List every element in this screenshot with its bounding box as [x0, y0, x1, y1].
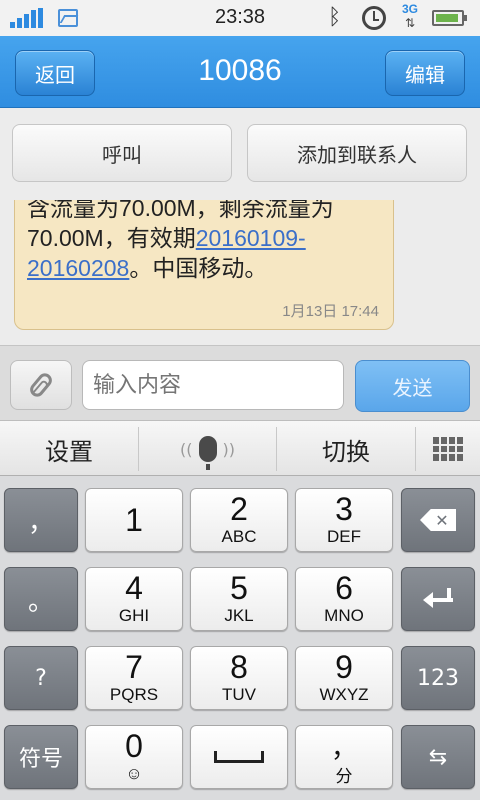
number-mode-key[interactable]: 123: [401, 646, 475, 710]
conversation-header: 返回 10086 编辑: [0, 36, 480, 108]
message-text: 含流量为70.00M，剩余流量为70.00M，有效期20160109-20160…: [27, 200, 334, 281]
microphone-icon: [198, 436, 217, 470]
key-8[interactable]: 8 TUV: [190, 646, 288, 710]
attach-button[interactable]: [10, 360, 72, 410]
key-comma-cn[interactable]: ，: [4, 488, 78, 552]
language-key[interactable]: ⇆: [401, 725, 475, 789]
battery-icon: [432, 10, 467, 26]
space-key[interactable]: [190, 725, 288, 789]
backspace-icon: ✕: [420, 509, 456, 531]
key-2[interactable]: 2 ABC: [190, 488, 288, 552]
add-contact-button[interactable]: 添加到联系人: [247, 124, 467, 182]
enter-icon: [423, 588, 453, 610]
call-button[interactable]: 呼叫: [12, 124, 232, 182]
bluetooth-icon: ᛒ: [328, 5, 342, 30]
message-timestamp: 1月13日 17:44: [282, 303, 379, 320]
voice-input-button[interactable]: (()): [139, 421, 276, 477]
alarm-icon: [362, 6, 386, 30]
key-comma[interactable]: ，分: [295, 725, 393, 789]
space-icon: [214, 751, 264, 763]
key-period-cn[interactable]: 。: [4, 567, 78, 631]
symbol-key[interactable]: 符号: [4, 725, 78, 789]
message-list[interactable]: 含流量为70.00M，剩余流量为70.00M，有效期20160109-20160…: [0, 200, 480, 345]
backspace-key[interactable]: ✕: [401, 488, 475, 552]
message-bubble[interactable]: 含流量为70.00M，剩余流量为70.00M，有效期20160109-20160…: [14, 200, 394, 330]
keyboard-toolbar: 设置 (()) 切换: [0, 420, 480, 476]
keyboard-settings-button[interactable]: 设置: [0, 421, 138, 477]
key-0[interactable]: 0 ☺: [85, 725, 183, 789]
edit-button[interactable]: 编辑: [385, 50, 465, 96]
enter-key[interactable]: [401, 567, 475, 631]
send-button[interactable]: 发送: [355, 360, 470, 412]
key-1[interactable]: 1: [85, 488, 183, 552]
hide-keyboard-button[interactable]: [416, 421, 480, 477]
key-question[interactable]: ?: [4, 646, 78, 710]
switch-keyboard-button[interactable]: 切换: [277, 421, 415, 477]
key-7[interactable]: 7 PQRS: [85, 646, 183, 710]
key-3[interactable]: 3 DEF: [295, 488, 393, 552]
key-6[interactable]: 6 MNO: [295, 567, 393, 631]
numeric-keypad: ， 1 2 ABC 3 DEF ✕ 。 4 GHI 5 JKL 6 MNO ? 7 PQRS…: [0, 476, 480, 800]
key-4[interactable]: 4 GHI: [85, 567, 183, 631]
network-icon: 3G ⇅: [397, 2, 423, 32]
contact-actions: 呼叫 添加到联系人: [0, 108, 480, 200]
key-9[interactable]: 9 WXYZ: [295, 646, 393, 710]
paperclip-icon: [27, 370, 55, 400]
status-bar: 23:38 ᛒ 3G ⇅: [0, 0, 480, 36]
keyboard-grid-icon: [433, 437, 463, 461]
message-input[interactable]: [82, 360, 344, 410]
network-type-label: 3G: [401, 2, 418, 16]
key-5[interactable]: 5 JKL: [190, 567, 288, 631]
compose-bar: 发送: [0, 345, 480, 420]
